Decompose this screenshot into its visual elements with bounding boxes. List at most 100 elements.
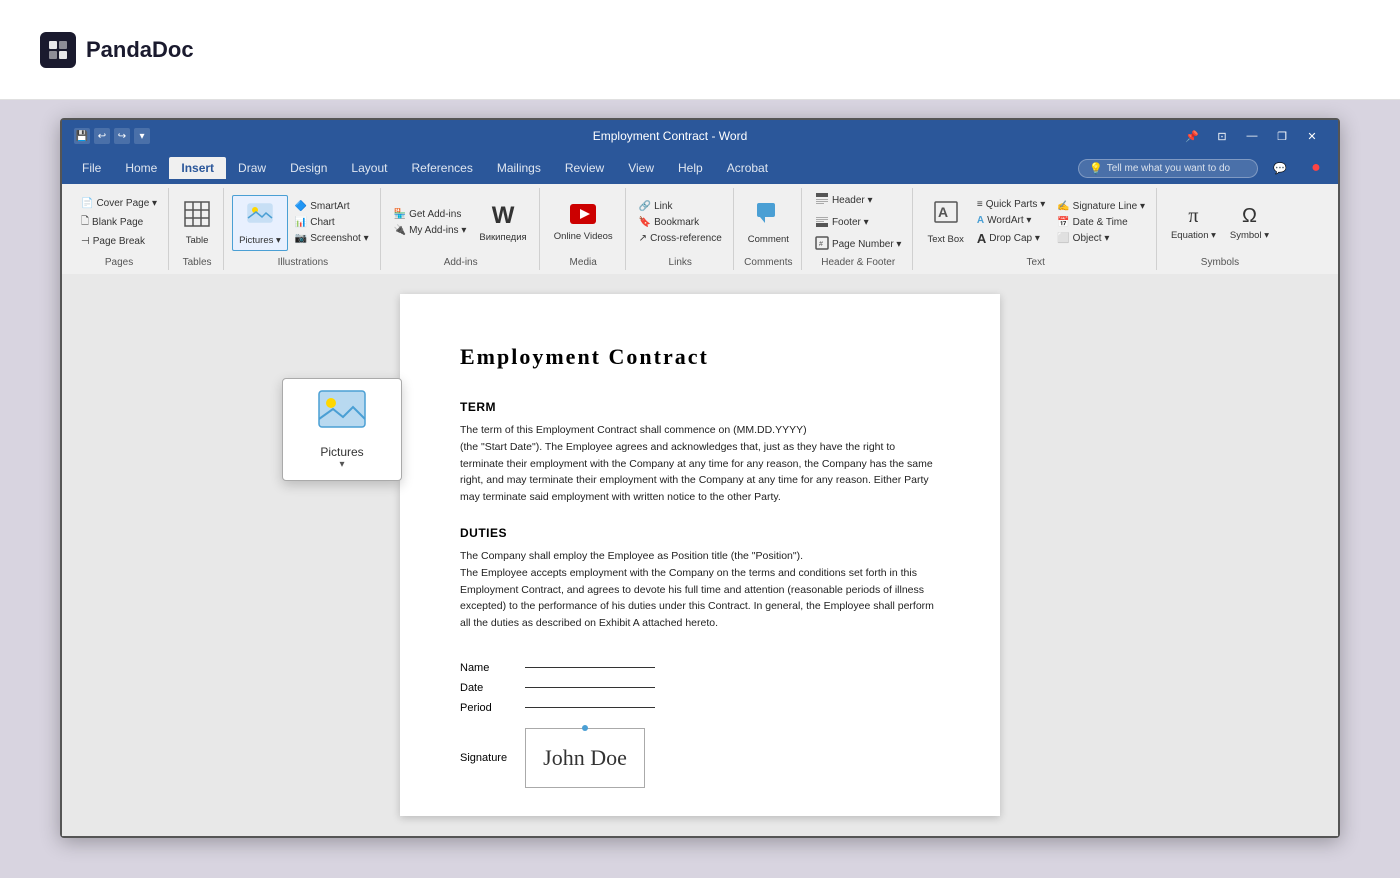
tab-home[interactable]: Home — [113, 157, 169, 179]
ribbon: File Home Insert Draw Design Layout Refe… — [62, 152, 1338, 274]
header-footer-col: Header ▾ Footer ▾ # Page Nu — [810, 190, 907, 255]
object-button[interactable]: ⬜ Object ▾ — [1052, 231, 1150, 246]
comment-button[interactable]: Comment — [742, 197, 795, 249]
signature-dot — [582, 725, 588, 731]
quick-parts-button[interactable]: ≡ Quick Parts ▾ — [972, 197, 1050, 212]
my-addins-button[interactable]: 🔌 My Add-ins ▾ — [389, 223, 472, 238]
links-label: Links — [669, 257, 692, 268]
title-bar-left-controls: 💾 ↩ ↪ ▾ — [74, 128, 150, 144]
equation-button[interactable]: π Equation ▾ — [1165, 201, 1222, 245]
window-title: Employment Contract - Word — [162, 129, 1178, 143]
link-button[interactable]: 🔗 Link — [634, 199, 727, 214]
ribbon-extras: 💡 Tell me what you want to do 💬 ● — [1078, 158, 1330, 178]
chart-button[interactable]: 📊 Chart — [290, 215, 374, 230]
blank-page-icon: 🗋 — [81, 214, 89, 231]
tab-mailings[interactable]: Mailings — [485, 157, 553, 179]
signature-text: John Doe — [543, 745, 627, 771]
signature-line-button[interactable]: ✍ Signature Line ▾ — [1052, 199, 1150, 214]
symbol-icon: Ω — [1242, 205, 1257, 228]
document-area: Employment Contract TERM The term of thi… — [62, 274, 1338, 836]
footer-button[interactable]: Footer ▾ — [810, 212, 907, 233]
ribbon-group-media: Online Videos Media — [542, 188, 626, 270]
tab-insert[interactable]: Insert — [169, 157, 226, 179]
sig-field-period: Period — [460, 702, 940, 714]
window-pin-button[interactable]: 📌 — [1178, 126, 1206, 146]
window-close-button[interactable]: ✕ — [1298, 126, 1326, 146]
save-icon[interactable]: 💾 — [74, 128, 90, 144]
section-duties-body: The Company shall employ the Employee as… — [460, 548, 940, 632]
get-addins-button[interactable]: 🏪 Get Add-ins — [389, 207, 472, 222]
screenshot-button[interactable]: 📷 Screenshot ▾ — [290, 231, 374, 246]
addins-label: Add-ins — [444, 257, 478, 268]
tab-references[interactable]: References — [399, 157, 484, 179]
undo-icon[interactable]: ↩ — [94, 128, 110, 144]
wordart-icon: A — [977, 215, 984, 226]
tables-label: Tables — [183, 257, 212, 268]
pictures-dropdown-arrow: ▾ — [293, 459, 391, 470]
ribbon-group-illustrations: Pictures ▾ 🔷 SmartArt 📊 Chart 📷 — [226, 188, 381, 270]
word-window: 💾 ↩ ↪ ▾ Employment Contract - Word 📌 ⊡ —… — [60, 118, 1340, 838]
page-number-button[interactable]: # Page Number ▾ — [810, 234, 907, 255]
header-button[interactable]: Header ▾ — [810, 190, 907, 211]
document-page: Employment Contract TERM The term of thi… — [400, 294, 1000, 816]
pages-col: 📄 Cover Page ▾ 🗋 Blank Page ⊣ Page Break — [76, 196, 162, 249]
text-box-button[interactable]: A Text Box — [921, 197, 969, 249]
sig-period-label: Period — [460, 702, 515, 714]
my-addins-icon: 🔌 — [394, 225, 406, 236]
tab-design[interactable]: Design — [278, 157, 339, 179]
wordart-button[interactable]: A WordArt ▾ — [972, 213, 1050, 228]
sig-name-line — [525, 667, 655, 668]
title-bar: 💾 ↩ ↪ ▾ Employment Contract - Word 📌 ⊡ —… — [62, 120, 1338, 152]
text-items: A Text Box ≡ Quick Parts ▾ A WordArt ▾ — [921, 190, 1150, 255]
header-footer-items: Header ▾ Footer ▾ # Page Nu — [810, 190, 907, 255]
wikipedia-button[interactable]: W Википедия — [473, 198, 532, 247]
object-icon: ⬜ — [1057, 233, 1069, 244]
search-lightbulb-icon: 💡 — [1089, 162, 1103, 175]
tables-items: Table — [177, 190, 217, 255]
customize-icon[interactable]: ▾ — [134, 128, 150, 144]
comment-icon — [755, 201, 781, 232]
cover-page-button[interactable]: 📄 Cover Page ▾ — [76, 196, 162, 211]
table-icon — [183, 200, 211, 233]
pictures-dropdown-icon — [293, 389, 391, 439]
chat-icon[interactable]: 💬 — [1266, 158, 1294, 178]
ribbon-search[interactable]: 💡 Tell me what you want to do — [1078, 159, 1258, 178]
share-dot[interactable]: ● — [1302, 158, 1330, 178]
drop-cap-button[interactable]: A Drop Cap ▾ — [972, 229, 1050, 248]
cross-reference-button[interactable]: ↗ Cross-reference — [634, 231, 727, 246]
sig-field-name: Name — [460, 662, 940, 674]
ribbon-group-pages: 📄 Cover Page ▾ 🗋 Blank Page ⊣ Page Break — [70, 188, 169, 270]
tab-help[interactable]: Help — [666, 157, 715, 179]
window-minimize-button[interactable]: — — [1238, 126, 1266, 146]
get-addins-icon: 🏪 — [394, 209, 406, 220]
text-col: ≡ Quick Parts ▾ A WordArt ▾ A Drop Cap ▾ — [972, 197, 1050, 248]
tab-draw[interactable]: Draw — [226, 157, 278, 179]
smartart-button[interactable]: 🔷 SmartArt — [290, 199, 374, 214]
cross-reference-icon: ↗ — [639, 233, 647, 244]
window-restore-small-button[interactable]: ⊡ — [1208, 126, 1236, 146]
redo-icon[interactable]: ↪ — [114, 128, 130, 144]
signature-image-box[interactable]: John Doe — [525, 728, 645, 788]
blank-page-button[interactable]: 🗋 Blank Page — [76, 212, 162, 233]
ribbon-tabs: File Home Insert Draw Design Layout Refe… — [62, 152, 1338, 184]
media-label: Media — [570, 257, 597, 268]
page-break-button[interactable]: ⊣ Page Break — [76, 234, 162, 249]
tab-layout[interactable]: Layout — [339, 157, 399, 179]
tab-view[interactable]: View — [616, 157, 666, 179]
window-restore-button[interactable]: ❐ — [1268, 126, 1296, 146]
bookmark-button[interactable]: 🔖 Bookmark — [634, 215, 727, 230]
tab-review[interactable]: Review — [553, 157, 616, 179]
table-button[interactable]: Table — [177, 196, 217, 250]
online-videos-button[interactable]: Online Videos — [548, 200, 619, 246]
signature-section: Name Date Period Signature John Doe — [460, 662, 940, 788]
date-time-button[interactable]: 📅 Date & Time — [1052, 215, 1150, 230]
symbol-button[interactable]: Ω Symbol ▾ — [1224, 201, 1275, 245]
tab-acrobat[interactable]: Acrobat — [715, 157, 780, 179]
comments-items: Comment — [742, 190, 795, 255]
cover-page-icon: 📄 — [81, 198, 93, 209]
pictures-button[interactable]: Pictures ▾ — [232, 195, 288, 251]
pictures-dropdown[interactable]: Pictures ▾ — [282, 378, 402, 481]
section-term-heading: TERM — [460, 400, 940, 414]
tab-file[interactable]: File — [70, 157, 113, 179]
symbols-items: π Equation ▾ Ω Symbol ▾ — [1165, 190, 1275, 255]
